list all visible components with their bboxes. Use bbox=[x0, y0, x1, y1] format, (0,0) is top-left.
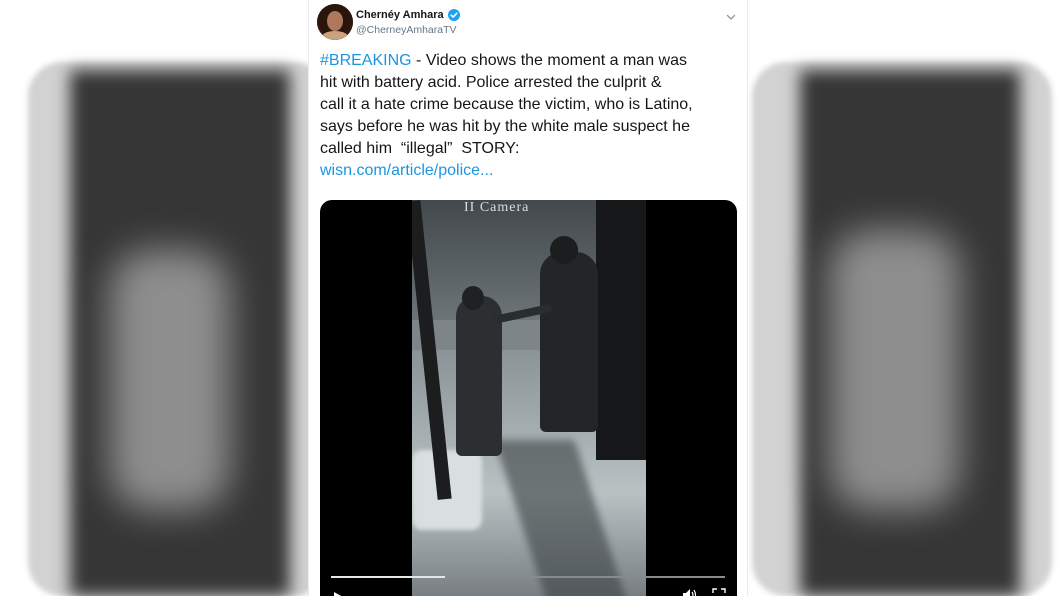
chevron-down-icon[interactable] bbox=[725, 10, 737, 22]
avatar[interactable] bbox=[317, 4, 353, 40]
blurred-figure-left bbox=[110, 250, 230, 510]
tweet-text-segment: - Video shows the moment a man was bbox=[411, 52, 687, 69]
verified-badge-icon bbox=[447, 9, 460, 21]
video-frame: II Camera bbox=[412, 200, 646, 596]
tweet-text-line-3: call it a hate crime because the victim,… bbox=[320, 96, 693, 113]
tweet-text-line-1: #BREAKING - Video shows the moment a man… bbox=[320, 50, 740, 72]
volume-icon[interactable] bbox=[682, 588, 698, 596]
tweet-text-line-4: says before he was hit by the white male… bbox=[320, 118, 690, 135]
play-icon[interactable] bbox=[332, 590, 344, 596]
hashtag-link[interactable]: #BREAKING bbox=[320, 52, 412, 69]
article-link[interactable]: wisn.com/article/police... bbox=[320, 162, 493, 179]
tweet-text-line-6: wisn.com/article/police... bbox=[320, 160, 740, 182]
blurred-figure-right bbox=[830, 230, 960, 510]
author-name-row: Chernéy Amhara bbox=[356, 9, 460, 21]
video-player[interactable]: II Camera bbox=[320, 200, 737, 596]
tweet-text-line-2: hit with battery acid. Police arrested t… bbox=[320, 74, 662, 91]
author-name[interactable]: Chernéy Amhara bbox=[356, 9, 444, 21]
video-overlay-text: II Camera bbox=[464, 200, 530, 215]
tweet-card: Chernéy Amhara @CherneyAmharaTV #BREAKIN… bbox=[308, 0, 748, 596]
tweet-text-line-5: called him “illegal” STORY: bbox=[320, 140, 520, 157]
tweet-text: #BREAKING - Video shows the moment a man… bbox=[320, 50, 740, 182]
fullscreen-icon[interactable] bbox=[712, 588, 726, 596]
author-handle[interactable]: @CherneyAmharaTV bbox=[356, 24, 457, 36]
video-progress-fill bbox=[331, 576, 446, 578]
